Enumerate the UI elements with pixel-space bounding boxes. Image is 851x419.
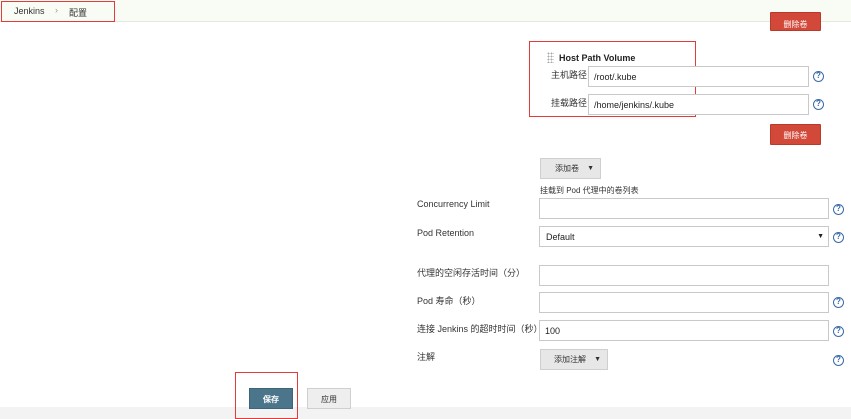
chevron-down-icon: ▼ xyxy=(594,356,601,363)
host-path-input[interactable]: /root/.kube xyxy=(588,66,809,87)
host-path-label: 主机路径 xyxy=(551,70,588,80)
save-button[interactable]: 保存 xyxy=(249,388,293,409)
host-path-volume-title: Host Path Volume xyxy=(559,53,636,63)
add-volume-label: 添加卷 xyxy=(555,164,579,173)
delete-volume-button-top[interactable]: 删除卷 xyxy=(770,12,821,31)
idle-minutes-label: 代理的空闲存活时间（分） xyxy=(417,268,526,278)
select-arrow-icon: ▼ xyxy=(817,233,824,240)
concurrency-limit-input[interactable] xyxy=(539,198,829,219)
host-path-help-icon[interactable]: ? xyxy=(813,71,824,82)
concurrency-limit-help-icon[interactable]: ? xyxy=(833,204,844,215)
apply-button[interactable]: 应用 xyxy=(307,388,351,409)
mount-path-input[interactable]: /home/jenkins/.kube xyxy=(588,94,809,115)
pod-lifetime-input[interactable] xyxy=(539,292,829,313)
pod-retention-select[interactable]: Default ▼ xyxy=(539,226,829,247)
pod-retention-value: Default xyxy=(546,231,575,242)
bottom-action-bar xyxy=(0,407,851,419)
add-annotation-label: 添加注解 xyxy=(554,355,586,364)
volumes-description: 挂载到 Pod 代理中的卷列表 xyxy=(540,186,639,195)
idle-minutes-input[interactable] xyxy=(539,265,829,286)
chevron-down-icon: ▼ xyxy=(587,165,594,172)
pod-lifetime-label: Pod 寿命（秒） xyxy=(417,296,481,306)
delete-volume-button[interactable]: 删除卷 xyxy=(770,124,821,145)
mount-path-label: 挂载路径 xyxy=(551,98,588,108)
breadcrumb-bar xyxy=(0,0,851,22)
connect-timeout-help-icon[interactable]: ? xyxy=(833,326,844,337)
annotations-help-icon[interactable]: ? xyxy=(833,355,844,366)
annotations-label: 注解 xyxy=(417,352,436,362)
connect-timeout-input[interactable]: 100 xyxy=(539,320,829,341)
concurrency-limit-label: Concurrency Limit xyxy=(417,199,490,209)
pod-retention-label: Pod Retention xyxy=(417,228,475,238)
pod-retention-help-icon[interactable]: ? xyxy=(833,232,844,243)
connect-timeout-label: 连接 Jenkins 的超时时间（秒） xyxy=(417,324,543,334)
breadcrumb-highlight xyxy=(1,1,115,22)
drag-handle-icon[interactable] xyxy=(547,52,554,63)
mount-path-help-icon[interactable]: ? xyxy=(813,99,824,110)
pod-lifetime-help-icon[interactable]: ? xyxy=(833,297,844,308)
add-volume-button[interactable]: 添加卷 ▼ xyxy=(540,158,601,179)
add-annotation-button[interactable]: 添加注解 ▼ xyxy=(540,349,608,370)
